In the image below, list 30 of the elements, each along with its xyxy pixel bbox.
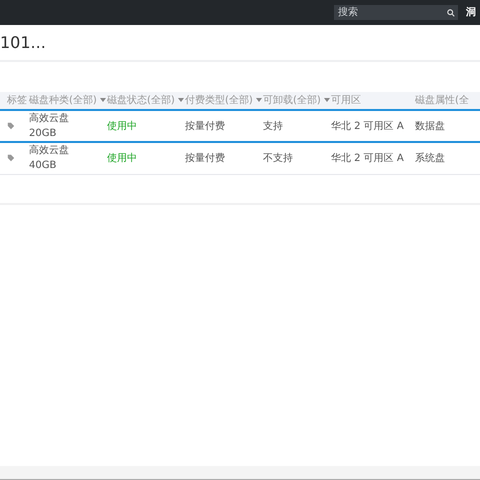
table-row[interactable]: 高效云盘 40GB 使用中 按量付费 不支持 华北 2 可用区 A 系统盘 <box>0 142 480 174</box>
billing-type-text: 按量付费 <box>185 152 225 164</box>
search-icon <box>447 8 455 16</box>
tag-icon[interactable] <box>7 122 15 130</box>
user-menu-text[interactable]: 洞 <box>466 5 476 20</box>
detachable-text: 支持 <box>263 120 283 132</box>
caret-icon[interactable] <box>100 98 106 102</box>
search-field[interactable]: 搜索 <box>334 5 444 20</box>
column-header: 可用区 <box>331 95 361 106</box>
tag-icon[interactable] <box>7 154 15 162</box>
column-header: 标签 <box>7 95 27 106</box>
disk-type-text: 高效云盘 <box>29 112 70 126</box>
disk-size-text: 20GB <box>29 127 58 141</box>
search-button[interactable] <box>444 5 458 20</box>
status-text: 使用中 <box>107 152 137 164</box>
zone-text: 华北 2 可用区 A <box>331 152 404 164</box>
zone-text: 华北 2 可用区 A <box>331 120 404 132</box>
disk-size-text: 40GB <box>29 159 58 174</box>
column-header: 磁盘属性(全 <box>415 95 469 106</box>
caret-icon[interactable] <box>178 98 184 102</box>
detachable-text: 不支持 <box>263 152 293 164</box>
billing-type-text: 按量付费 <box>185 120 225 132</box>
caret-icon[interactable] <box>324 98 330 102</box>
table-row[interactable]: 高效云盘 20GB 使用中 按量付费 支持 华北 2 可用区 A 数据盘 <box>0 110 480 142</box>
status-text: 使用中 <box>107 120 137 132</box>
disk-attribute-text: 系统盘 <box>415 152 445 164</box>
page-title: 101... <box>0 32 46 54</box>
disk-type-text: 高效云盘 <box>29 144 70 158</box>
disk-attribute-text: 数据盘 <box>415 120 445 132</box>
caret-icon[interactable] <box>256 98 262 102</box>
